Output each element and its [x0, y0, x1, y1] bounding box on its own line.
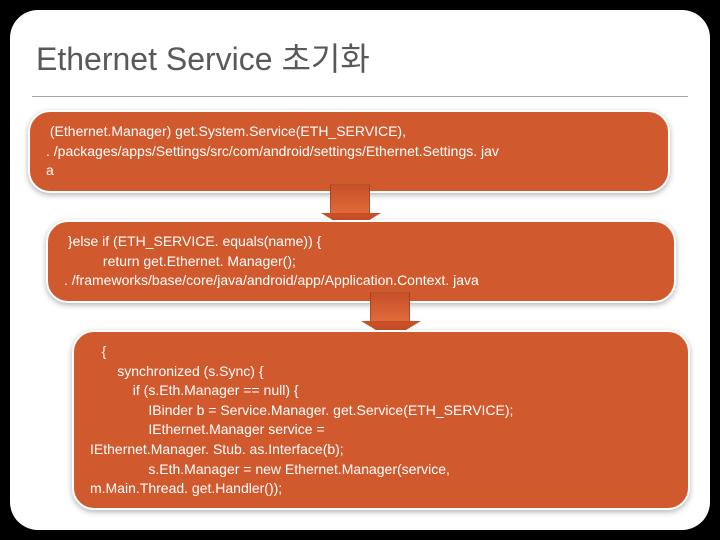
slide-frame: Ethernet Service 초기화 (Ethernet.Manager) …: [10, 10, 710, 530]
divider: [32, 96, 688, 97]
code-box-1: (Ethernet.Manager) get.System.Service(ET…: [28, 110, 670, 193]
arrow-down-icon: [370, 292, 410, 322]
code-box-3: { synchronized (s.Sync) { if (s.Eth.Mana…: [72, 330, 690, 510]
code-box-2: }else if (ETH_SERVICE. equals(name)) { r…: [46, 220, 676, 303]
arrow-down-icon: [330, 184, 370, 214]
slide-title: Ethernet Service 초기화: [36, 34, 688, 80]
